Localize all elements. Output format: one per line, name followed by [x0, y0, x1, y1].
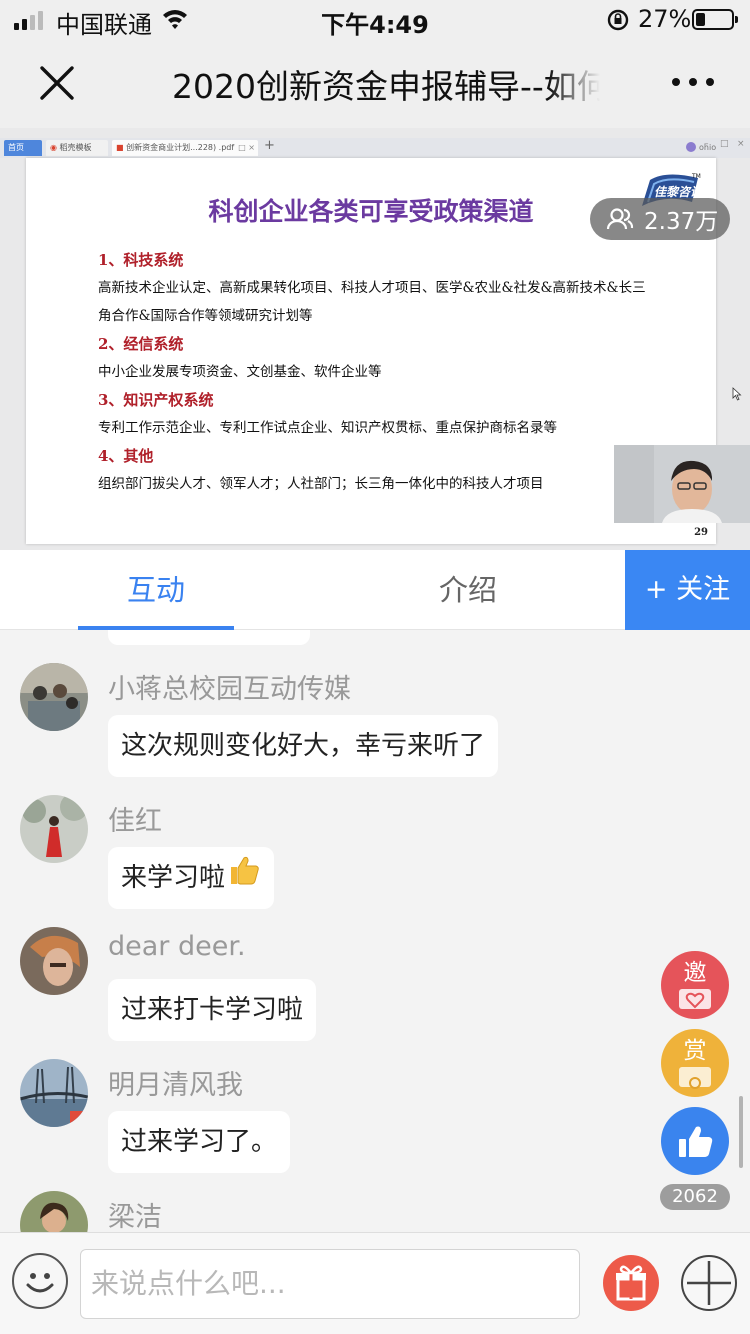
follow-button[interactable]: + 关注 — [625, 550, 750, 630]
slide-page-number: 29 — [694, 527, 708, 538]
slide-body: 1、科技系统 高新技术企业认定、高新成果转化项目、科技人才项目、医学&农业&社发… — [98, 246, 658, 498]
like-button[interactable] — [661, 1107, 729, 1175]
wifi-icon — [162, 8, 188, 36]
battery-icon — [692, 9, 738, 30]
avatar[interactable] — [20, 1059, 88, 1127]
svg-text:TM: TM — [691, 173, 701, 180]
bottom-bar: 来说点什么吧... — [0, 1232, 750, 1334]
browser-tab-home: 首页 — [4, 140, 42, 156]
sender-name: 梁洁 — [108, 1202, 162, 1232]
slide-section-heading: 2、经信系统 — [98, 335, 184, 353]
close-icon[interactable] — [36, 62, 78, 104]
slide-section-text: 组织部门拔尖人才、领军人才；人社部门；长三角一体化中的科技人才项目 — [98, 476, 544, 492]
emoji-icon[interactable] — [12, 1253, 68, 1309]
avatar[interactable] — [20, 663, 88, 731]
browser-tab-pdf: ■ 创新资金商业计划...228) .pdf □ × — [112, 140, 258, 156]
more-icon[interactable] — [672, 78, 714, 86]
sender-name: 佳红 — [108, 806, 162, 837]
maximize-icon: □ — [720, 139, 729, 149]
battery-percent: 27% — [638, 5, 692, 33]
rotation-lock-icon — [606, 8, 630, 38]
chat-input[interactable]: 来说点什么吧... — [80, 1249, 580, 1319]
browser-tab-templates: ◉ 稻壳模板 — [46, 140, 108, 156]
slide-section-text: 高新技术企业认定、高新成果转化项目、科技人才项目、医学&农业&社发&高新技术&长… — [98, 280, 646, 324]
message-bubble: 过来学习了。 — [108, 1111, 291, 1173]
viewer-count: 2.37万 — [644, 209, 719, 235]
sender-name: dear deer. — [108, 931, 246, 962]
slide-section-heading: 3、知识产权系统 — [98, 391, 214, 409]
reward-button[interactable]: 赏 — [661, 1029, 729, 1097]
live-video[interactable]: 首页 ◉ 稻壳模板 ■ 创新资金商业计划...228) .pdf □ × + – … — [0, 128, 750, 550]
previous-message-bubble — [108, 630, 310, 645]
avatar[interactable] — [20, 795, 88, 863]
sender-name: 明月清风我 — [108, 1070, 243, 1101]
nav-bar: 2020创新资金申报辅导--如何 — [0, 40, 750, 128]
signal-icon — [14, 10, 43, 30]
message-bubble: 这次规则变化好大，幸亏来听了 — [108, 715, 499, 777]
speaker-camera — [614, 445, 750, 523]
avatar[interactable] — [20, 1191, 88, 1232]
page-title: 2020创新资金申报辅导--如何 — [172, 67, 600, 106]
avatar[interactable] — [20, 927, 88, 995]
shared-browser-tabbar: 首页 ◉ 稻壳模板 ■ 创新资金商业计划...228) .pdf □ × + – … — [0, 138, 750, 158]
chat-list[interactable]: 小蒋总校园互动传媒 这次规则变化好大，幸亏来听了 佳红 来学习啦 dear de… — [0, 630, 750, 1232]
tab-intro[interactable]: 介绍 — [390, 550, 546, 630]
message-bubble: 来学习啦 — [108, 847, 275, 910]
thumbs-up-icon — [227, 848, 261, 910]
slide-section-text: 中小企业发展专项资金、文创基金、软件企业等 — [98, 364, 382, 380]
live-room-page: 中国联通 下午4:49 27% 2020创新资金申报辅导--如何 首页 ◉ 稻壳… — [0, 0, 750, 1334]
viewers-icon — [606, 208, 634, 230]
message-bubble: 过来打卡学习啦 — [108, 979, 317, 1041]
status-bar: 中国联通 下午4:49 27% — [0, 0, 750, 40]
more-actions-plus-icon[interactable] — [681, 1255, 737, 1311]
mouse-cursor-icon — [732, 386, 742, 405]
browser-user: ohio — [686, 142, 716, 152]
scroll-indicator — [739, 1096, 743, 1168]
window-close-icon: × — [737, 139, 745, 149]
coin-envelope-icon — [679, 1067, 711, 1089]
sender-name: 小蒋总校园互动传媒 — [108, 674, 351, 705]
thumbs-up-icon — [679, 1126, 713, 1157]
like-count: 2062 — [660, 1184, 730, 1210]
invite-button[interactable]: 邀 — [661, 951, 729, 1019]
tab-interact[interactable]: 互动 — [78, 550, 234, 630]
slide-section-heading: 1、科技系统 — [98, 251, 184, 269]
viewer-count-badge: 2.37万 — [590, 198, 730, 240]
carrier-name: 中国联通 — [56, 11, 152, 39]
detail-tabbar: 互动 介绍 + 关注 — [0, 550, 750, 630]
gift-icon[interactable] — [603, 1255, 659, 1311]
slide-section-heading: 4、其他 — [98, 447, 154, 465]
slide-section-text: 专利工作示范企业、专利工作试点企业、知识产权贯标、重点保护商标名录等 — [98, 420, 557, 436]
heart-envelope-icon — [679, 989, 711, 1009]
new-tab-icon: + — [264, 138, 275, 153]
